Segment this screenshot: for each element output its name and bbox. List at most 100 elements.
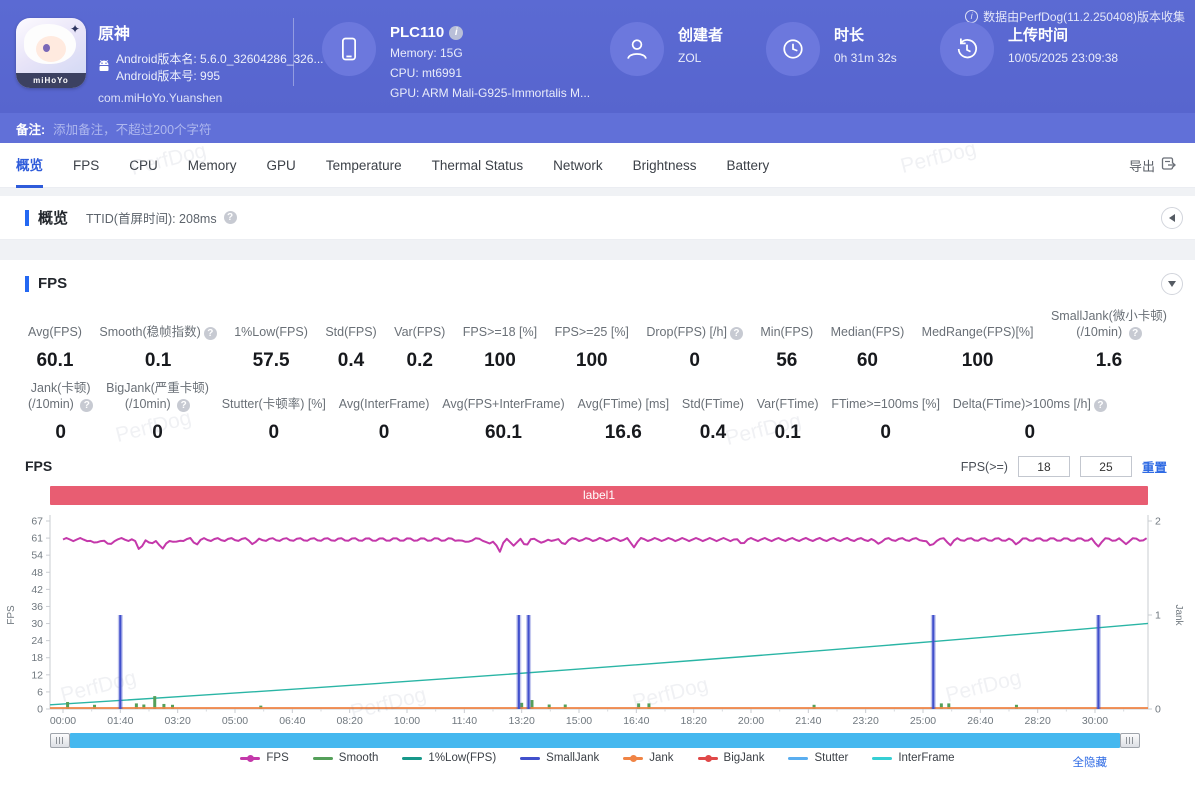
app-icon: ✦ miHoYo (16, 18, 86, 88)
tab-cpu[interactable]: CPU (129, 143, 158, 188)
metric-medrange-fps: MedRange(FPS)[%] 100 (921, 325, 1034, 371)
collapse-fps-button[interactable] (1161, 272, 1183, 295)
fps-title: FPS (38, 275, 68, 292)
svg-text:48: 48 (31, 567, 43, 579)
scrollbar-track[interactable] (70, 733, 1120, 748)
help-icon[interactable]: ? (1093, 399, 1107, 412)
fps-threshold-label: FPS(>=) (960, 459, 1008, 474)
legend-item-interframe[interactable]: InterFrame (872, 752, 955, 764)
section-accent-bar (25, 275, 29, 292)
history-clock-icon (940, 22, 994, 76)
tab-network[interactable]: Network (553, 143, 603, 188)
reset-threshold-button[interactable]: 重置 (1142, 457, 1167, 476)
fps-chart[interactable]: 0 6 12 18 24 30 36 42 48 54 61 67 0 1 2 00:00 01:40 03:20… (0, 507, 1195, 731)
tab-overview[interactable]: 概览 (16, 143, 43, 188)
metric-fps-ge25: FPS>=25 [%] 100 (554, 325, 629, 371)
legend-item-1pct-low[interactable]: 1%Low(FPS) (402, 752, 496, 764)
metric-min-fps: Min(FPS) 56 (760, 325, 814, 371)
export-button[interactable]: 导出 (1129, 156, 1177, 175)
help-icon[interactable]: ? (1128, 327, 1142, 340)
svg-text:16:40: 16:40 (623, 715, 649, 727)
svg-text:01:40: 01:40 (107, 715, 133, 727)
svg-text:21:40: 21:40 (795, 715, 821, 727)
device-gpu: GPU: ARM Mali-G925-Immortalis M... (390, 86, 591, 100)
device-info-icon[interactable]: i (449, 25, 464, 40)
note-placeholder: 添加备注，不超过200个字符 (53, 122, 212, 137)
svg-text:2: 2 (1155, 516, 1161, 528)
chevron-down-icon (1168, 280, 1176, 287)
tab-fps[interactable]: FPS (73, 143, 99, 188)
fps-section-header: FPS (0, 260, 1195, 295)
tab-battery[interactable]: Battery (726, 143, 769, 188)
device-cpu: CPU: mt6991 (390, 66, 463, 80)
section-accent-bar (25, 209, 29, 226)
chevron-left-icon (1169, 213, 1175, 222)
upload-time-block: 上传时间 10/05/2025 23:09:38 (940, 22, 1118, 76)
legend-marker (788, 754, 809, 763)
tab-gpu[interactable]: GPU (267, 143, 296, 188)
legend-item-smalljank[interactable]: SmallJank (520, 752, 599, 764)
help-icon[interactable]: ? (729, 327, 743, 340)
legend-item-fps[interactable]: FPS (240, 752, 289, 764)
legend-item-stutter[interactable]: Stutter (788, 752, 848, 764)
svg-text:06:40: 06:40 (279, 715, 305, 727)
svg-text:FPS: FPS (6, 605, 17, 625)
svg-text:1: 1 (1155, 610, 1161, 622)
svg-text:24: 24 (31, 635, 43, 647)
legend-marker (520, 754, 541, 763)
help-icon[interactable]: ? (177, 399, 191, 412)
metric-delta-ftime: Delta(FTime)>100ms [/h]? 0 (953, 380, 1107, 444)
device-name: PLC110 (390, 24, 445, 41)
spacer (0, 188, 1195, 196)
fps-chart-svg: 061218243036424854616701200:00 01:40 03:20… (6, 515, 1184, 727)
metric-stutter: Stutter(卡顿率) [%] 0 (221, 397, 326, 443)
fps-threshold-controls: FPS(>=) 重置 (961, 456, 1167, 477)
app-icon-brand: miHoYo (16, 73, 86, 88)
svg-text:10:00: 10:00 (394, 715, 420, 727)
svg-text:0: 0 (37, 704, 43, 716)
metric-var-fps: Var(FPS) 0.2 (394, 325, 446, 371)
scrollbar-left-handle[interactable] (50, 733, 70, 748)
creator-block: 创建者 ZOL (610, 22, 723, 76)
metric-var-ftime: Var(FTime) 0.1 (756, 397, 819, 443)
metric-ftime-ge100: FTime>=100ms [%] 0 (831, 397, 940, 443)
svg-text:13:20: 13:20 (509, 715, 535, 727)
hide-all-button[interactable]: 全隐藏 (1073, 754, 1108, 770)
metric-avg-ftime: Avg(FTime) [ms] 16.6 (577, 397, 670, 443)
tab-temperature[interactable]: Temperature (326, 143, 402, 188)
svg-text:61: 61 (31, 533, 43, 545)
fps-threshold-input-2[interactable] (1079, 456, 1132, 477)
scrollbar-right-handle[interactable] (1120, 733, 1140, 748)
help-icon[interactable]: ? (203, 327, 217, 340)
tab-brightness[interactable]: Brightness (633, 143, 697, 188)
ttid-value: TTID(首屏时间): 208ms ? (86, 208, 237, 227)
fps-threshold-input-1[interactable] (1017, 456, 1070, 477)
metric-drop-fps: Drop(FPS) [/h]? 0 (646, 308, 743, 372)
svg-text:25:00: 25:00 (910, 715, 936, 727)
legend-item-smooth[interactable]: Smooth (312, 752, 378, 764)
svg-text:05:00: 05:00 (222, 715, 248, 727)
svg-text:11:40: 11:40 (452, 715, 478, 727)
svg-text:6: 6 (37, 686, 43, 698)
metric-std-ftime: Std(FTime) 0.4 (681, 397, 744, 443)
duration-label: 时长 (834, 27, 865, 44)
note-bar[interactable]: 备注: 添加备注，不超过200个字符 (0, 113, 1195, 143)
collapse-overview-button[interactable] (1161, 206, 1183, 229)
overview-title: 概览 (38, 210, 69, 227)
export-icon (1161, 156, 1177, 174)
clock-icon (766, 22, 820, 76)
app-info-block: ✦ miHoYo 原神 Android版本名: 5.6.0_32604286_3… (16, 18, 323, 105)
svg-text:30:00: 30:00 (1082, 715, 1108, 727)
chart-horizontal-scrollbar (50, 733, 1140, 748)
help-icon[interactable]: ? (80, 399, 94, 412)
legend-item-jank[interactable]: Jank (623, 752, 674, 764)
upload-time-value: 10/05/2025 23:09:38 (1008, 51, 1119, 65)
help-icon[interactable]: ? (223, 211, 237, 224)
legend-marker (872, 754, 893, 763)
svg-text:03:20: 03:20 (165, 715, 191, 727)
legend-item-bigjank[interactable]: BigJank (697, 752, 764, 764)
tab-memory[interactable]: Memory (188, 143, 237, 188)
tab-thermal-status[interactable]: Thermal Status (432, 143, 524, 188)
legend-marker (697, 754, 718, 763)
svg-text:15:00: 15:00 (566, 715, 592, 727)
